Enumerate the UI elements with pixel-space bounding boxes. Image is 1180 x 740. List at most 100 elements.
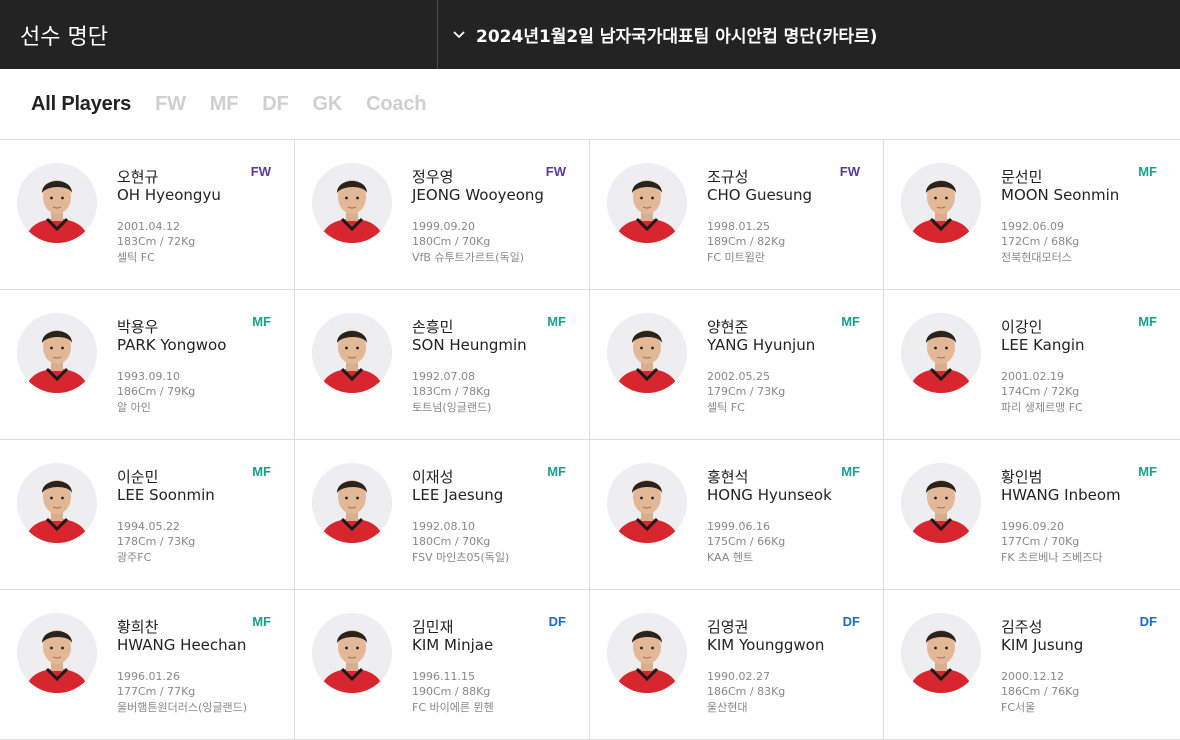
player-height-weight: 172Cm / 68Kg — [1001, 235, 1080, 248]
player-name-english: KIM Jusung — [1001, 636, 1084, 654]
position-badge: MF — [252, 314, 271, 329]
player-birthdate: 1990.02.27 — [707, 670, 770, 683]
position-badge: DF — [842, 614, 860, 629]
player-club: FSV 마인츠05(독일) — [412, 551, 510, 564]
player-name-korean: 문선민 — [1001, 168, 1043, 186]
player-height-weight: 186Cm / 83Kg — [707, 685, 786, 698]
player-photo — [901, 463, 981, 543]
player-card[interactable]: DF 김민재 KIM Minjae 1996.11.15 190Cm / 88K… — [295, 590, 590, 740]
player-name-korean: 손흥민 — [412, 318, 454, 336]
position-badge: DF — [548, 614, 566, 629]
player-card[interactable]: MF 이재성 LEE Jaesung 1992.08.10 180Cm / 70… — [295, 440, 590, 590]
player-photo — [607, 463, 687, 543]
player-photo — [17, 463, 97, 543]
position-badge: MF — [252, 614, 271, 629]
roster-selector[interactable]: 2024년1월2일 남자국가대표팀 아시안컵 명단(카타르) — [438, 0, 1180, 69]
player-club: 전북현대모터스 — [1001, 251, 1072, 264]
player-name-english: CHO Guesung — [707, 186, 813, 204]
player-card[interactable]: MF 황희찬 HWANG Heechan 1996.01.26 177Cm / … — [0, 590, 295, 740]
player-photo — [17, 313, 97, 393]
filter-tab-df[interactable]: DF — [262, 93, 288, 116]
player-name-english: HWANG Heechan — [117, 636, 247, 654]
player-height-weight: 186Cm / 79Kg — [117, 385, 196, 398]
player-birthdate: 1992.08.10 — [412, 520, 475, 533]
player-card[interactable]: MF 홍현석 HONG Hyunseok 1999.06.16 175Cm / … — [590, 440, 884, 590]
top-bar: 선수 명단 2024년1월2일 남자국가대표팀 아시안컵 명단(카타르) — [0, 0, 1180, 69]
player-card[interactable]: MF 이순민 LEE Soonmin 1994.05.22 178Cm / 73… — [0, 440, 295, 590]
player-photo — [312, 613, 392, 693]
player-club: KAA 헨트 — [707, 551, 754, 564]
player-club: 울버햄튼원더러스(잉글랜드) — [117, 701, 248, 714]
player-name-english: HONG Hyunseok — [707, 486, 832, 504]
player-name-korean: 조규성 — [707, 168, 749, 186]
player-card[interactable]: MF 손흥민 SON Heungmin 1992.07.08 183Cm / 7… — [295, 290, 590, 440]
player-name-english: KIM Minjae — [412, 636, 494, 654]
player-club: FC 미트윌란 — [707, 251, 765, 264]
player-card[interactable]: MF 양현준 YANG Hyunjun 2002.05.25 179Cm / 7… — [590, 290, 884, 440]
player-height-weight: 177Cm / 70Kg — [1001, 535, 1080, 548]
player-card[interactable]: FW 조규성 CHO Guesung 1998.01.25 189Cm / 82… — [590, 140, 884, 290]
player-birthdate: 1996.09.20 — [1001, 520, 1064, 533]
player-height-weight: 177Cm / 77Kg — [117, 685, 196, 698]
player-birthdate: 1999.09.20 — [412, 220, 475, 233]
position-badge: MF — [1138, 314, 1157, 329]
player-name-english: LEE Jaesung — [412, 486, 504, 504]
position-badge: MF — [1138, 464, 1157, 479]
section-title: 선수 명단 — [0, 0, 438, 69]
player-photo — [901, 613, 981, 693]
position-badge: DF — [1139, 614, 1157, 629]
player-name-english: KIM Younggwon — [707, 636, 825, 654]
player-height-weight: 183Cm / 72Kg — [117, 235, 196, 248]
player-birthdate: 1996.11.15 — [412, 670, 475, 683]
player-card[interactable]: DF 김영권 KIM Younggwon 1990.02.27 186Cm / … — [590, 590, 884, 740]
player-name-korean: 김영권 — [707, 618, 749, 636]
player-name-english: YANG Hyunjun — [707, 336, 816, 354]
player-name-korean: 정우영 — [412, 168, 454, 186]
position-badge: MF — [252, 464, 271, 479]
player-photo — [607, 313, 687, 393]
player-club: VfB 슈투트가르트(독일) — [412, 251, 524, 264]
position-badge: FW — [839, 164, 860, 179]
player-card[interactable]: MF 박용우 PARK Yongwoo 1993.09.10 186Cm / 7… — [0, 290, 295, 440]
player-club: FC서울 — [1001, 701, 1036, 714]
player-photo — [17, 163, 97, 243]
player-height-weight: 189Cm / 82Kg — [707, 235, 786, 248]
player-birthdate: 1999.06.16 — [707, 520, 770, 533]
filter-tab-coach[interactable]: Coach — [366, 93, 426, 116]
roster-title: 2024년1월2일 남자국가대표팀 아시안컵 명단(카타르) — [476, 27, 878, 47]
position-badge: FW — [545, 164, 566, 179]
player-name-korean: 김민재 — [412, 618, 454, 636]
player-photo — [312, 163, 392, 243]
player-name-korean: 양현준 — [707, 318, 749, 336]
filter-tab-fw[interactable]: FW — [155, 93, 186, 116]
player-club: 울산현대 — [707, 701, 748, 714]
player-card[interactable]: MF 이강인 LEE Kangin 2001.02.19 174Cm / 72K… — [884, 290, 1180, 440]
player-photo — [901, 313, 981, 393]
player-name-english: HWANG Inbeom — [1001, 486, 1121, 504]
player-name-english: SON Heungmin — [412, 336, 527, 354]
player-card[interactable]: FW 정우영 JEONG Wooyeong 1999.09.20 180Cm /… — [295, 140, 590, 290]
player-name-english: LEE Soonmin — [117, 486, 215, 504]
player-name-korean: 오현규 — [117, 168, 159, 186]
player-club: 토트넘(잉글랜드) — [412, 401, 492, 414]
player-height-weight: 186Cm / 76Kg — [1001, 685, 1080, 698]
filter-tab-gk[interactable]: GK — [313, 93, 343, 116]
player-club: 셀틱 FC — [707, 401, 745, 414]
player-birthdate: 1992.07.08 — [412, 370, 475, 383]
player-height-weight: 180Cm / 70Kg — [412, 535, 491, 548]
player-photo — [607, 613, 687, 693]
position-badge: MF — [547, 464, 566, 479]
filter-tab-all-players[interactable]: All Players — [31, 93, 131, 116]
player-name-english: OH Hyeongyu — [117, 186, 221, 204]
filter-tab-mf[interactable]: MF — [210, 93, 239, 116]
position-filter-bar: All Players FW MF DF GK Coach — [0, 69, 1180, 140]
player-height-weight: 183Cm / 78Kg — [412, 385, 491, 398]
player-card[interactable]: MF 황인범 HWANG Inbeom 1996.09.20 177Cm / 7… — [884, 440, 1180, 590]
player-card[interactable]: DF 김주성 KIM Jusung 2000.12.12 186Cm / 76K… — [884, 590, 1180, 740]
player-card[interactable]: FW 오현규 OH Hyeongyu 2001.04.12 183Cm / 72… — [0, 140, 295, 290]
player-card[interactable]: MF 문선민 MOON Seonmin 1992.06.09 172Cm / 6… — [884, 140, 1180, 290]
player-birthdate: 2001.04.12 — [117, 220, 180, 233]
player-birthdate: 1994.05.22 — [117, 520, 180, 533]
player-club: 알 아인 — [117, 401, 151, 414]
player-height-weight: 179Cm / 73Kg — [707, 385, 786, 398]
